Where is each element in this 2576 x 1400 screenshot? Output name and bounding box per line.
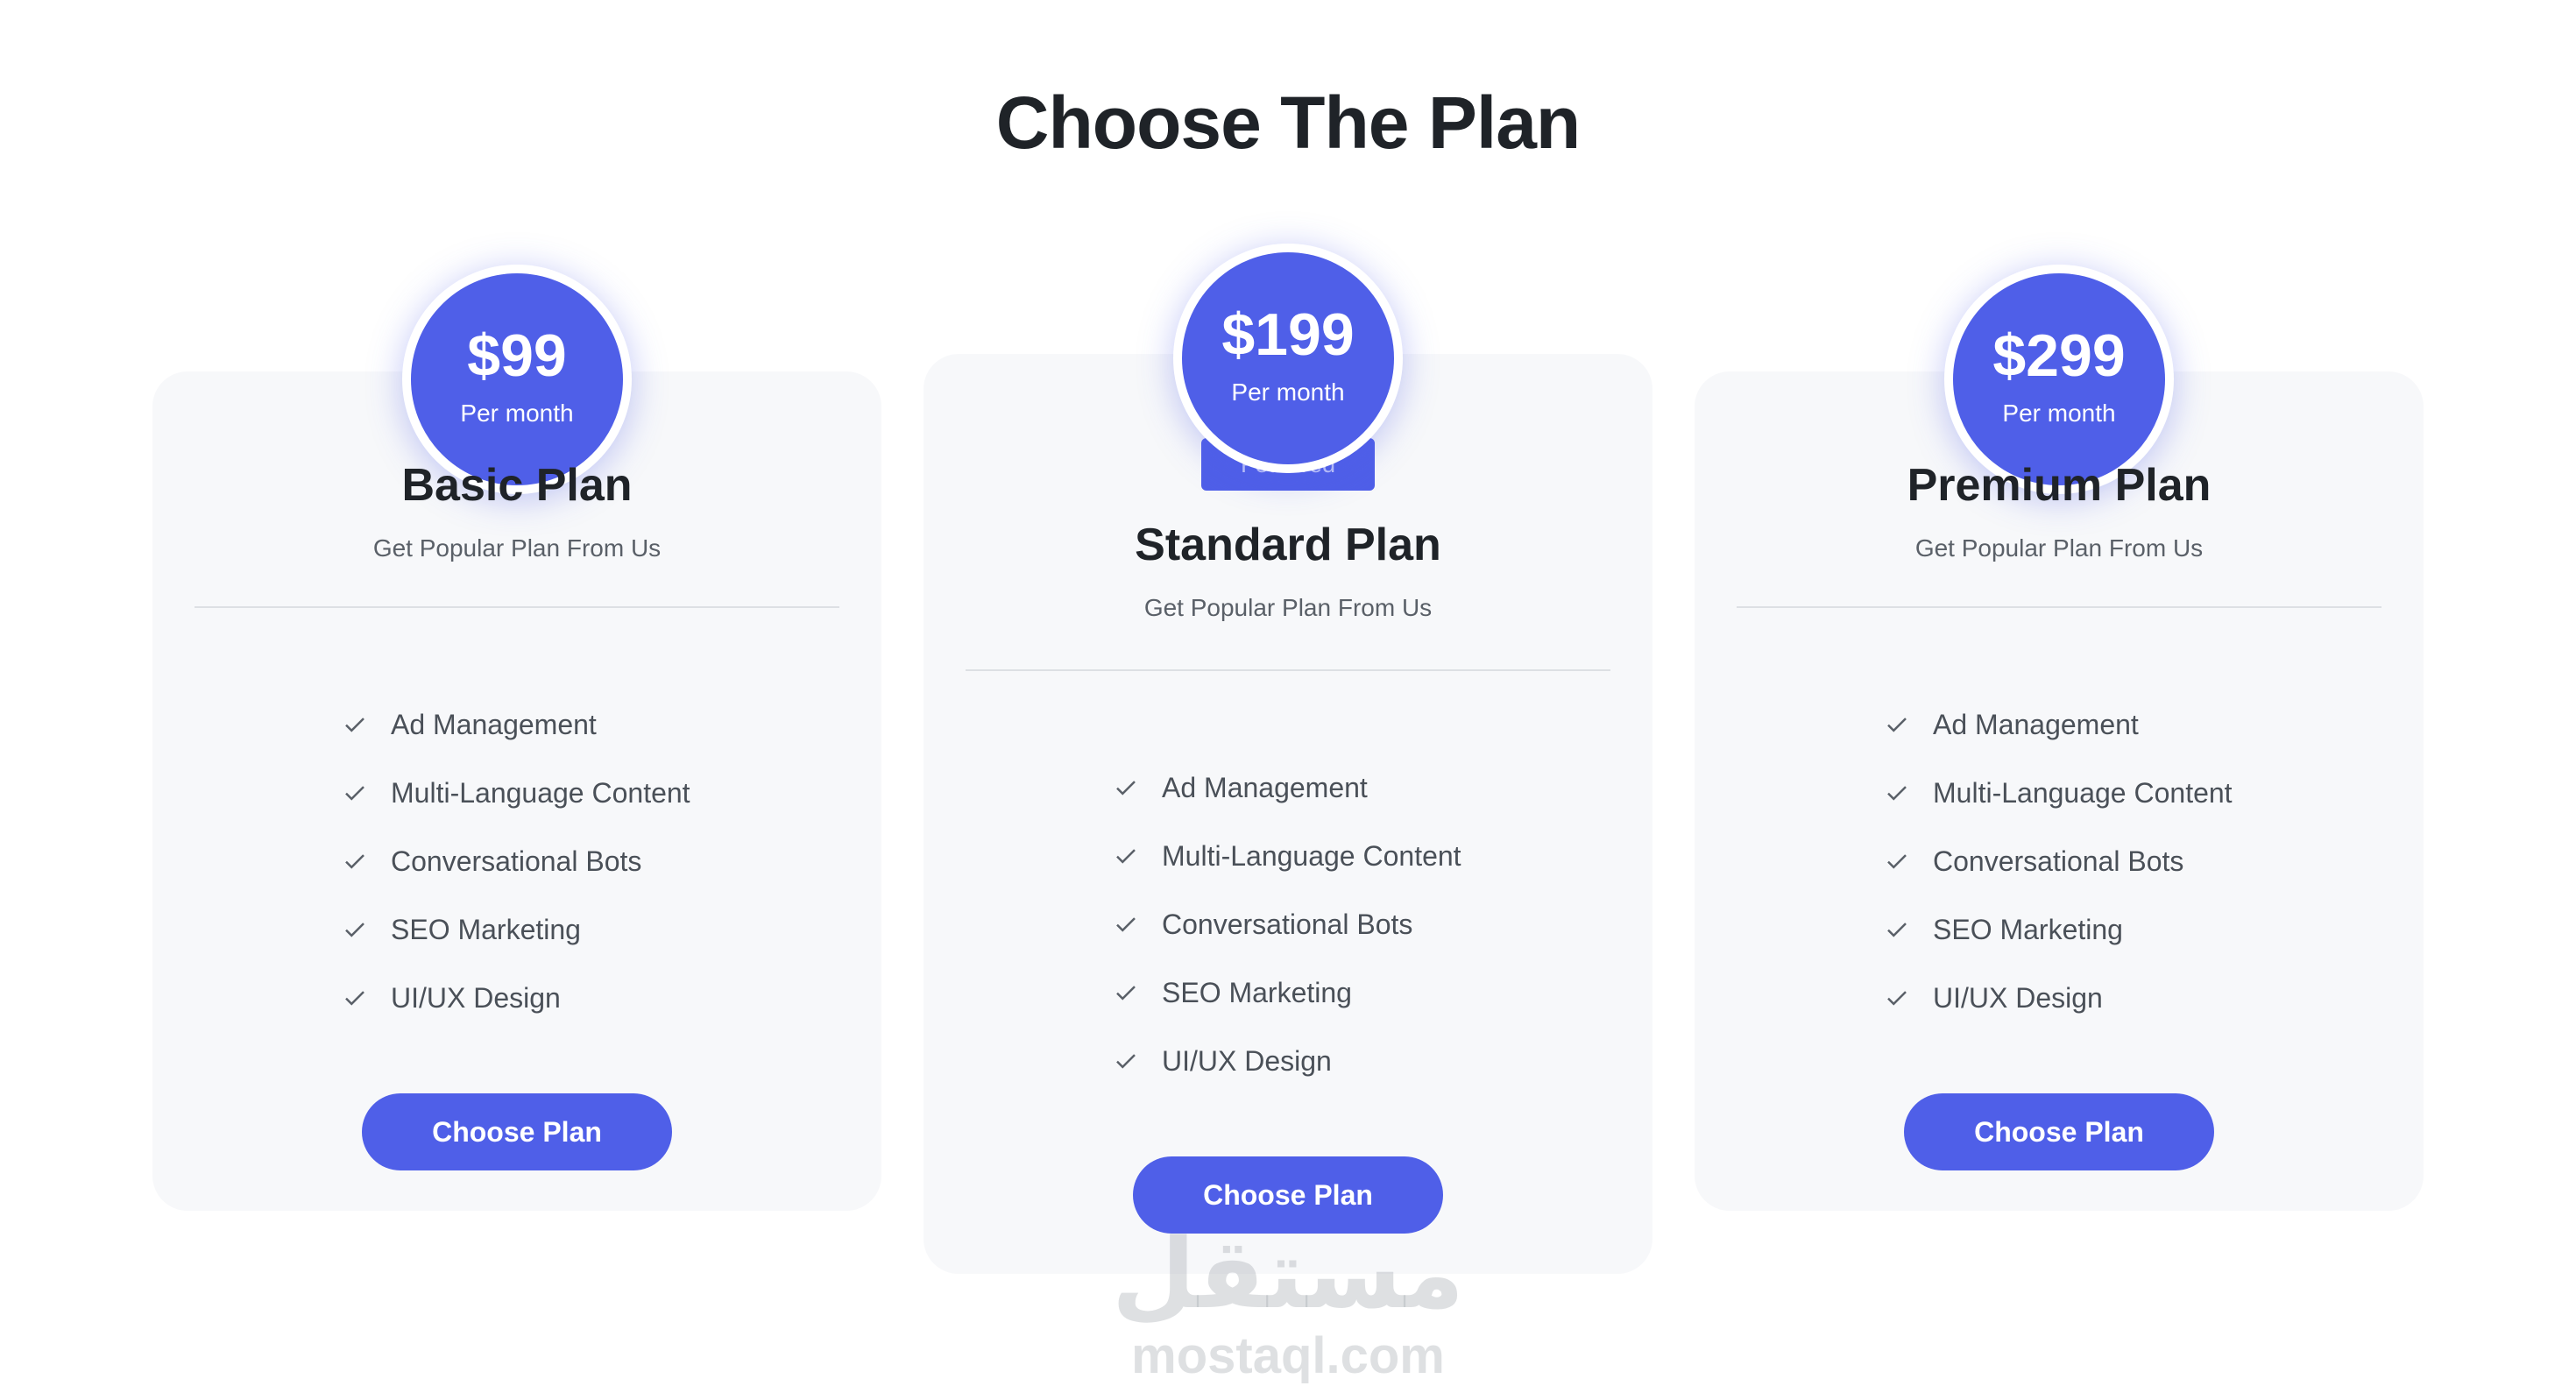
- check-icon: [1113, 911, 1139, 937]
- plan-subtitle: Get Popular Plan From Us: [1914, 534, 2204, 562]
- plan-subtitle: Get Popular Plan From Us: [372, 534, 662, 562]
- feature-label: Multi-Language Content: [391, 776, 690, 809]
- feature-label: UI/UX Design: [1162, 1044, 1332, 1077]
- divider: [1737, 606, 2381, 608]
- plan-name: Standard Plan: [1135, 520, 1441, 570]
- check-icon: [1884, 848, 1910, 874]
- plan-card-basic: $99 Per month Basic Plan Get Popular Pla…: [152, 265, 881, 1211]
- plan-subtitle: Get Popular Plan From Us: [1143, 594, 1433, 621]
- feature-label: SEO Marketing: [1933, 913, 2123, 945]
- feature-label: Conversational Bots: [1933, 845, 2184, 877]
- plan-period: Per month: [2002, 399, 2116, 427]
- feature-list: Ad Management Multi-Language Content Con…: [1113, 753, 1461, 1095]
- check-icon: [1113, 979, 1139, 1006]
- feature-item: Ad Management: [342, 690, 690, 759]
- check-icon: [1884, 916, 1910, 943]
- divider: [966, 669, 1610, 671]
- feature-item: UI/UX Design: [1884, 964, 2233, 1032]
- feature-item: Conversational Bots: [1113, 890, 1461, 958]
- feature-item: SEO Marketing: [1113, 958, 1461, 1027]
- price-badge: $199 Per month: [1173, 244, 1403, 473]
- feature-item: Multi-Language Content: [1113, 822, 1461, 890]
- check-icon: [1884, 780, 1910, 806]
- divider: [195, 606, 839, 608]
- feature-label: SEO Marketing: [1162, 976, 1352, 1008]
- feature-item: Ad Management: [1113, 753, 1461, 822]
- feature-label: UI/UX Design: [391, 981, 561, 1014]
- check-icon: [1884, 985, 1910, 1011]
- feature-label: Ad Management: [391, 708, 597, 740]
- feature-item: SEO Marketing: [342, 895, 690, 964]
- feature-label: Ad Management: [1933, 708, 2139, 740]
- feature-list: Ad Management Multi-Language Content Con…: [1884, 690, 2233, 1032]
- check-icon: [1884, 711, 1910, 738]
- check-icon: [342, 916, 368, 943]
- feature-list: Ad Management Multi-Language Content Con…: [342, 690, 690, 1032]
- plan-name: Basic Plan: [401, 460, 633, 511]
- feature-item: Ad Management: [1884, 690, 2233, 759]
- plan-price: $299: [1992, 322, 2126, 389]
- feature-item: UI/UX Design: [1113, 1027, 1461, 1095]
- plan-price: $199: [1221, 301, 1355, 368]
- plan-card-premium: $299 Per month Premium Plan Get Popular …: [1695, 265, 2424, 1211]
- feature-label: Multi-Language Content: [1162, 839, 1461, 872]
- feature-label: UI/UX Design: [1933, 981, 2103, 1014]
- check-icon: [342, 780, 368, 806]
- plan-price: $99: [467, 322, 567, 389]
- feature-label: Conversational Bots: [1162, 908, 1413, 940]
- watermark-latin: mostaql.com: [1131, 1327, 1445, 1384]
- feature-label: Multi-Language Content: [1933, 776, 2233, 809]
- choose-plan-button[interactable]: Choose Plan: [1133, 1156, 1443, 1234]
- feature-item: Multi-Language Content: [342, 759, 690, 827]
- pricing-page: Choose The Plan $99 Per month Basic Plan…: [0, 0, 2576, 1400]
- feature-label: Ad Management: [1162, 771, 1368, 803]
- check-icon: [1113, 843, 1139, 869]
- feature-item: Conversational Bots: [342, 827, 690, 895]
- feature-item: Conversational Bots: [1884, 827, 2233, 895]
- plan-period: Per month: [1231, 378, 1345, 406]
- feature-item: UI/UX Design: [342, 964, 690, 1032]
- check-icon: [342, 985, 368, 1011]
- feature-label: SEO Marketing: [391, 913, 581, 945]
- feature-item: SEO Marketing: [1884, 895, 2233, 964]
- page-title: Choose The Plan: [995, 81, 1581, 164]
- choose-plan-button[interactable]: Choose Plan: [1904, 1093, 2214, 1170]
- plan-card-standard: Featured $199 Per month Standard Plan Ge…: [924, 244, 1652, 1274]
- plan-name: Premium Plan: [1907, 460, 2212, 511]
- check-icon: [1113, 1048, 1139, 1074]
- feature-item: Multi-Language Content: [1884, 759, 2233, 827]
- feature-label: Conversational Bots: [391, 845, 642, 877]
- check-icon: [1113, 774, 1139, 801]
- check-icon: [342, 848, 368, 874]
- choose-plan-button[interactable]: Choose Plan: [362, 1093, 672, 1170]
- plan-period: Per month: [460, 399, 574, 427]
- check-icon: [342, 711, 368, 738]
